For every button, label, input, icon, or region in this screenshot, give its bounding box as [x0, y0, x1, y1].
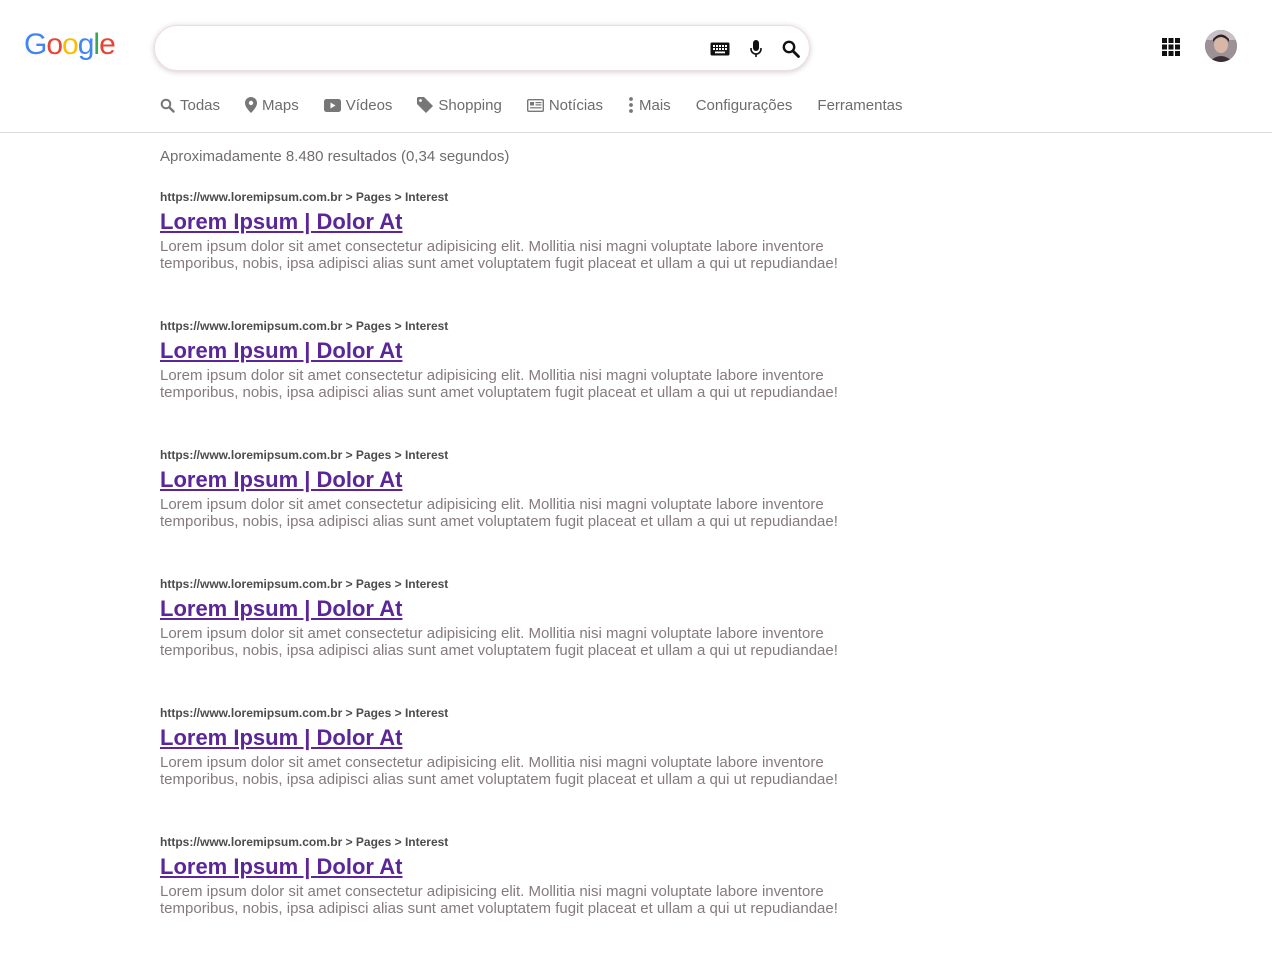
tab-label: Mais: [639, 96, 671, 114]
google-logo[interactable]: Google: [24, 28, 116, 62]
tab-label: Todas: [180, 96, 221, 114]
logo-letter-o1: o: [46, 28, 63, 61]
result-title-link[interactable]: Lorem Ipsum | Dolor At: [160, 337, 402, 365]
logo-letter-e: e: [99, 28, 116, 61]
tab-todas[interactable]: Todas: [160, 95, 220, 115]
result-item: https://www.loremipsum.com.br > Pages > …: [160, 318, 860, 447]
result-item: https://www.loremipsum.com.br > Pages > …: [160, 834, 860, 963]
result-item: https://www.loremipsum.com.br > Pages > …: [160, 705, 860, 834]
tab-label: Configurações: [695, 96, 793, 114]
microphone-icon[interactable]: [746, 39, 766, 59]
tab-videos[interactable]: Vídeos: [323, 95, 393, 115]
tab-configuracoes[interactable]: Configurações: [696, 95, 793, 115]
result-url[interactable]: https://www.loremipsum.com.br > Pages > …: [160, 834, 860, 850]
search-icon[interactable]: [781, 39, 801, 59]
tab-label: Ferramentas: [817, 96, 903, 114]
result-url[interactable]: https://www.loremipsum.com.br > Pages > …: [160, 705, 860, 721]
tab-maps[interactable]: Maps: [245, 95, 299, 115]
logo-letter-o2: o: [62, 28, 79, 61]
logo-letter-g2: g: [77, 28, 95, 61]
search-tabs: Todas Maps Vídeos Shopping Notícias Mais…: [160, 95, 927, 115]
result-item: https://www.loremipsum.com.br > Pages > …: [160, 576, 860, 705]
map-pin-icon: [245, 97, 258, 113]
header: Google Todas Maps Vídeos Shopping Notíci…: [0, 0, 1272, 133]
search-icon: [160, 98, 175, 113]
more-vert-icon: [629, 97, 633, 113]
tab-label: Notícias: [548, 96, 604, 114]
result-url[interactable]: https://www.loremipsum.com.br > Pages > …: [160, 447, 860, 463]
result-snippet: Lorem ipsum dolor sit amet consectetur a…: [160, 496, 838, 530]
result-title-link[interactable]: Lorem Ipsum | Dolor At: [160, 595, 402, 623]
tab-label: Maps: [262, 96, 299, 114]
tab-label: Vídeos: [345, 96, 393, 114]
results-list: https://www.loremipsum.com.br > Pages > …: [160, 189, 860, 963]
tab-ferramentas[interactable]: Ferramentas: [817, 95, 902, 115]
tab-mais[interactable]: Mais: [628, 95, 671, 115]
result-title-link[interactable]: Lorem Ipsum | Dolor At: [160, 853, 402, 881]
avatar[interactable]: [1205, 30, 1237, 62]
tab-label: Shopping: [438, 96, 502, 114]
result-stats: Aproximadamente 8.480 resultados (0,34 s…: [160, 148, 510, 165]
result-title-link[interactable]: Lorem Ipsum | Dolor At: [160, 208, 402, 236]
tab-noticias[interactable]: Notícias: [526, 95, 604, 115]
result-snippet: Lorem ipsum dolor sit amet consectetur a…: [160, 883, 838, 917]
result-url[interactable]: https://www.loremipsum.com.br > Pages > …: [160, 318, 860, 334]
result-title-link[interactable]: Lorem Ipsum | Dolor At: [160, 724, 402, 752]
newspaper-icon: [526, 98, 544, 112]
result-snippet: Lorem ipsum dolor sit amet consectetur a…: [160, 625, 838, 659]
tag-icon: [417, 97, 434, 113]
result-snippet: Lorem ipsum dolor sit amet consectetur a…: [160, 238, 838, 272]
result-url[interactable]: https://www.loremipsum.com.br > Pages > …: [160, 189, 860, 205]
video-icon: [323, 98, 341, 112]
result-snippet: Lorem ipsum dolor sit amet consectetur a…: [160, 367, 838, 401]
result-url[interactable]: https://www.loremipsum.com.br > Pages > …: [160, 576, 860, 592]
logo-letter-g: G: [24, 28, 47, 61]
search-box: [154, 25, 810, 71]
tab-shopping[interactable]: Shopping: [417, 95, 502, 115]
result-title-link[interactable]: Lorem Ipsum | Dolor At: [160, 466, 402, 494]
result-item: https://www.loremipsum.com.br > Pages > …: [160, 447, 860, 576]
apps-grid-icon[interactable]: [1162, 38, 1182, 58]
result-item: https://www.loremipsum.com.br > Pages > …: [160, 189, 860, 318]
result-snippet: Lorem ipsum dolor sit amet consectetur a…: [160, 754, 838, 788]
search-input[interactable]: [175, 36, 699, 62]
keyboard-icon[interactable]: [710, 39, 730, 59]
